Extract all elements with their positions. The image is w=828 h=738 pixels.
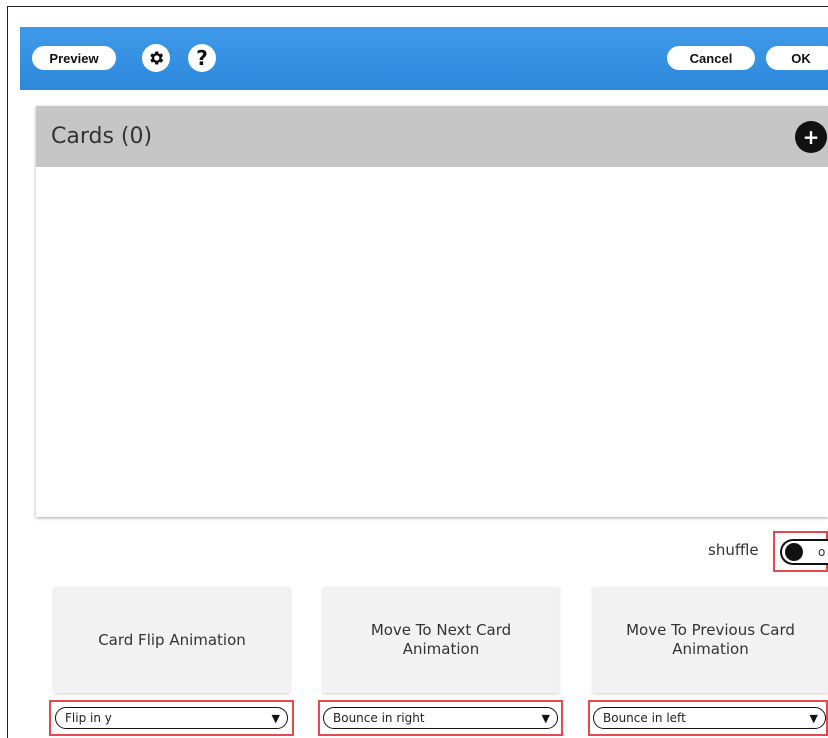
chevron-down-icon: ▼: [271, 712, 280, 725]
settings-button[interactable]: [142, 44, 170, 72]
ok-button[interactable]: OK: [766, 46, 828, 70]
next-card-animation-tile: Move To Next Card Animation: [323, 587, 559, 693]
animation-label: Move To Next Card Animation: [370, 621, 512, 658]
window-border: [7, 6, 828, 7]
help-button[interactable]: ?: [188, 44, 216, 72]
card-flip-animation-tile: Card Flip Animation: [54, 587, 290, 693]
selected-value: Bounce in left: [603, 711, 686, 725]
preview-button[interactable]: Preview: [32, 46, 116, 70]
selected-value: Flip in y: [65, 711, 112, 725]
top-toolbar: Preview ? Cancel OK: [20, 27, 828, 90]
cards-title: Cards (0): [51, 124, 153, 149]
cancel-button[interactable]: Cancel: [667, 46, 755, 70]
chevron-down-icon: ▼: [541, 712, 550, 725]
cards-panel: Cards (0) +: [36, 106, 828, 517]
shuffle-label: shuffle: [708, 541, 759, 559]
cards-header: Cards (0) +: [36, 106, 828, 167]
toggle-knob: [785, 543, 803, 561]
window-border: [7, 6, 8, 738]
help-icon: ?: [196, 46, 208, 70]
gear-icon: [150, 51, 164, 65]
previous-card-animation-tile: Move To Previous Card Animation: [593, 587, 828, 693]
chevron-down-icon: ▼: [809, 712, 818, 725]
editor-window: Preview ? Cancel OK Cards (0) + shuffle …: [0, 0, 828, 738]
animation-label: Move To Previous Card Animation: [626, 621, 795, 658]
animation-label: Card Flip Animation: [98, 630, 246, 649]
shuffle-toggle[interactable]: o: [780, 539, 828, 565]
plus-icon: +: [802, 125, 820, 149]
add-card-button[interactable]: +: [795, 121, 827, 153]
cards-list: [36, 167, 828, 517]
toggle-state-text: o: [818, 545, 826, 559]
next-card-animation-select[interactable]: Bounce in right ▼: [323, 707, 558, 729]
card-flip-animation-select[interactable]: Flip in y ▼: [55, 707, 288, 729]
previous-card-animation-select[interactable]: Bounce in left ▼: [593, 707, 826, 729]
selected-value: Bounce in right: [333, 711, 425, 725]
